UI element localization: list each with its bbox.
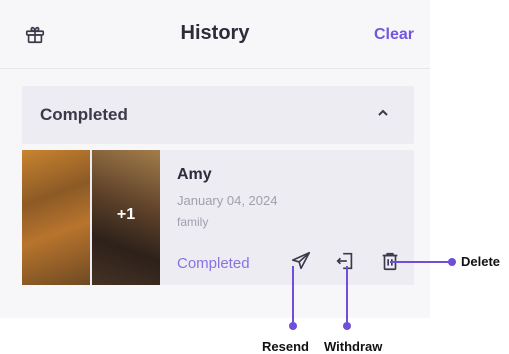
delete-callout-line [390,261,450,263]
photo-thumbnail-more[interactable]: +1 [92,150,160,285]
history-panel: History Clear Completed +1 Amy January 0… [0,0,430,318]
withdraw-icon[interactable] [334,250,356,272]
recipient-name: Amy [177,166,212,183]
item-date: January 04, 2024 [177,193,278,208]
delete-callout-dot [448,258,456,266]
status-label: Completed [177,255,250,272]
clear-button[interactable]: Clear [374,26,414,44]
delete-callout: Delete [461,254,501,269]
resend-callout: Resend [262,339,309,354]
page-title: History [180,22,250,44]
item-tag: family [177,215,209,229]
more-photos-count: +1 [116,206,136,223]
resend-callout-line [292,266,294,326]
header: History Clear [0,0,430,69]
chevron-up-icon[interactable] [376,106,390,120]
resend-callout-dot [289,322,297,330]
completed-section-header[interactable]: Completed [22,86,414,144]
history-item[interactable]: +1 Amy January 04, 2024 family Completed [22,150,414,285]
photo-thumbnail[interactable] [22,150,90,285]
withdraw-callout-dot [343,322,351,330]
withdraw-callout-line [346,266,348,326]
section-label: Completed [40,105,128,124]
withdraw-callout: Withdraw [324,339,383,354]
